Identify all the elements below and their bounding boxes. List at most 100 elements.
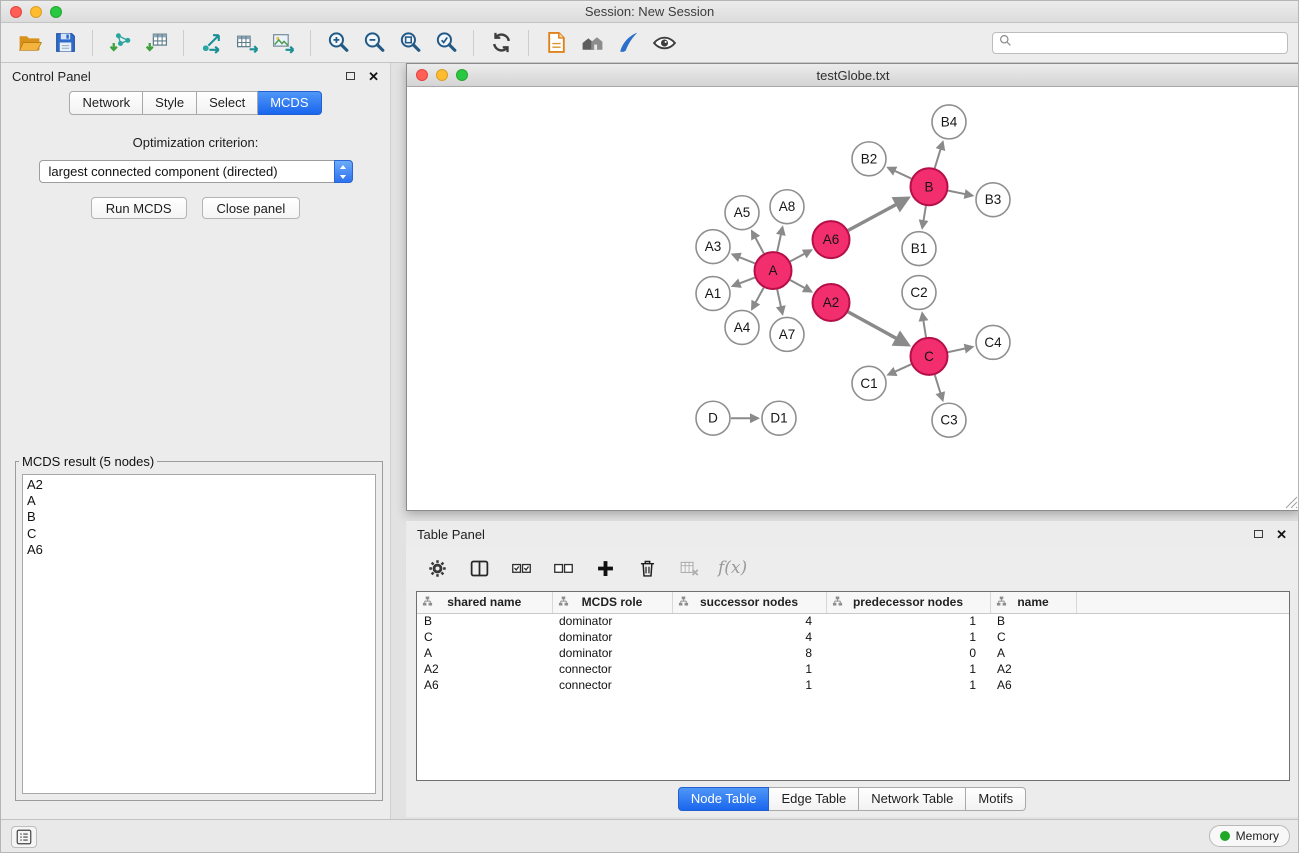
graph-node-A4[interactable]: A4 bbox=[725, 310, 759, 344]
style-icon[interactable] bbox=[610, 27, 646, 59]
graph-edge-C-C4[interactable] bbox=[948, 347, 973, 352]
zoom-out-icon[interactable] bbox=[356, 27, 392, 59]
table-cell[interactable]: 1 bbox=[826, 661, 990, 677]
eye-icon[interactable] bbox=[646, 27, 682, 59]
mcds-result-item[interactable]: C bbox=[27, 526, 371, 542]
mcds-result-list[interactable]: A2ABCA6 bbox=[22, 474, 376, 794]
memory-button[interactable]: Memory bbox=[1209, 825, 1290, 847]
table-cell[interactable]: 4 bbox=[672, 629, 826, 645]
close-panel-icon[interactable]: ✕ bbox=[1276, 528, 1287, 541]
graph-node-C1[interactable]: C1 bbox=[852, 366, 886, 400]
search-input[interactable] bbox=[1016, 36, 1281, 50]
save-icon[interactable] bbox=[47, 27, 83, 59]
table-cell[interactable]: B bbox=[990, 613, 1076, 629]
table-cell[interactable]: A6 bbox=[417, 677, 552, 693]
graph-edge-A6-B[interactable] bbox=[848, 198, 908, 230]
table-cell[interactable]: 1 bbox=[826, 677, 990, 693]
home-icon[interactable] bbox=[574, 27, 610, 59]
export-network-icon[interactable] bbox=[193, 27, 229, 59]
table-cell[interactable]: 0 bbox=[826, 645, 990, 661]
graph-node-A8[interactable]: A8 bbox=[770, 190, 804, 224]
graph-edge-B-B3[interactable] bbox=[948, 191, 972, 196]
column-header-predecessor-nodes[interactable]: predecessor nodes bbox=[826, 592, 990, 613]
tab-select[interactable]: Select bbox=[197, 91, 258, 115]
table-cell[interactable]: 8 bbox=[672, 645, 826, 661]
search-box[interactable] bbox=[992, 32, 1288, 54]
graph-node-B4[interactable]: B4 bbox=[932, 105, 966, 139]
tab-network-table[interactable]: Network Table bbox=[859, 787, 966, 811]
import-table-icon[interactable] bbox=[138, 27, 174, 59]
table-cell[interactable]: A6 bbox=[990, 677, 1076, 693]
graph-node-A7[interactable]: A7 bbox=[770, 317, 804, 351]
graph-node-A6[interactable]: A6 bbox=[813, 221, 850, 258]
graph-node-A[interactable]: A bbox=[755, 252, 792, 289]
mcds-result-item[interactable]: A6 bbox=[27, 542, 371, 558]
mcds-result-item[interactable]: A2 bbox=[27, 477, 371, 493]
graph-node-B2[interactable]: B2 bbox=[852, 142, 886, 176]
table-row[interactable]: Bdominator41B bbox=[417, 613, 1289, 629]
network-close-button[interactable] bbox=[416, 69, 428, 81]
table-cell[interactable]: 4 bbox=[672, 613, 826, 629]
table-cell[interactable]: dominator bbox=[552, 629, 672, 645]
float-panel-icon[interactable] bbox=[346, 72, 355, 80]
graph-edge-A2-C[interactable] bbox=[848, 312, 908, 345]
float-panel-icon[interactable] bbox=[1254, 530, 1263, 538]
column-header-successor-nodes[interactable]: successor nodes bbox=[672, 592, 826, 613]
table-scroll-area[interactable]: shared nameMCDS rolesuccessor nodesprede… bbox=[416, 591, 1290, 781]
network-canvas[interactable]: AA1A2A3A4A5A6A7A8BB1B2B3B4CC1C2C3C4DD1 bbox=[407, 88, 1299, 510]
graph-edge-A-A1[interactable] bbox=[733, 278, 755, 286]
graph-node-A2[interactable]: A2 bbox=[813, 284, 850, 321]
graph-edge-A-A3[interactable] bbox=[733, 254, 755, 263]
delete-row-icon[interactable] bbox=[634, 555, 660, 581]
deselect-all-icon[interactable] bbox=[550, 555, 576, 581]
tab-node-table[interactable]: Node Table bbox=[678, 787, 770, 811]
graph-edge-A-A7[interactable] bbox=[777, 290, 782, 314]
network-window[interactable]: testGlobe.txt AA1A2A3A4A5A6A7A8BB1B2B3B4… bbox=[406, 63, 1299, 511]
network-minimize-button[interactable] bbox=[436, 69, 448, 81]
close-panel-icon[interactable]: ✕ bbox=[368, 70, 379, 83]
graph-node-A5[interactable]: A5 bbox=[725, 196, 759, 230]
graph-edge-B-B2[interactable] bbox=[888, 168, 911, 179]
tab-mcds[interactable]: MCDS bbox=[258, 91, 321, 115]
task-history-button[interactable] bbox=[11, 826, 37, 848]
zoom-selected-icon[interactable] bbox=[428, 27, 464, 59]
graph-node-B3[interactable]: B3 bbox=[976, 183, 1010, 217]
gear-icon[interactable] bbox=[424, 555, 450, 581]
select-all-icon[interactable] bbox=[508, 555, 534, 581]
graph-node-A3[interactable]: A3 bbox=[696, 230, 730, 264]
table-row[interactable]: A2connector11A2 bbox=[417, 661, 1289, 677]
network-window-titlebar[interactable]: testGlobe.txt bbox=[407, 64, 1299, 87]
tab-edge-table[interactable]: Edge Table bbox=[769, 787, 859, 811]
table-cell[interactable]: C bbox=[417, 629, 552, 645]
resize-handle-icon[interactable] bbox=[1284, 495, 1298, 509]
table-row[interactable]: A6connector11A6 bbox=[417, 677, 1289, 693]
table-cell[interactable]: dominator bbox=[552, 645, 672, 661]
graph-edge-A-A8[interactable] bbox=[777, 227, 782, 251]
table-cell[interactable]: 1 bbox=[826, 613, 990, 629]
graph-node-A1[interactable]: A1 bbox=[696, 277, 730, 311]
tab-style[interactable]: Style bbox=[143, 91, 197, 115]
graph-edge-C-C1[interactable] bbox=[888, 364, 911, 374]
table-row[interactable]: Adominator80A bbox=[417, 645, 1289, 661]
export-image-icon[interactable] bbox=[265, 27, 301, 59]
table-cell[interactable]: 1 bbox=[672, 661, 826, 677]
table-row[interactable]: Cdominator41C bbox=[417, 629, 1289, 645]
mcds-result-item[interactable]: B bbox=[27, 509, 371, 525]
graph-edge-C-C2[interactable] bbox=[922, 313, 926, 337]
graph-edge-A-A6[interactable] bbox=[790, 250, 811, 261]
run-mcds-button[interactable]: Run MCDS bbox=[91, 197, 187, 219]
criterion-dropdown[interactable]: largest connected component (directed) bbox=[39, 160, 353, 183]
graph-node-B[interactable]: B bbox=[911, 168, 948, 205]
tab-motifs[interactable]: Motifs bbox=[966, 787, 1026, 811]
table-cell[interactable]: 1 bbox=[672, 677, 826, 693]
add-row-icon[interactable] bbox=[592, 555, 618, 581]
table-cell[interactable]: connector bbox=[552, 677, 672, 693]
graph-node-C[interactable]: C bbox=[911, 338, 948, 375]
close-panel-button[interactable]: Close panel bbox=[202, 197, 301, 219]
graph-edge-B-B1[interactable] bbox=[922, 206, 926, 228]
graph-edge-C-C3[interactable] bbox=[935, 375, 943, 400]
table-cell[interactable]: A bbox=[417, 645, 552, 661]
graph-node-C2[interactable]: C2 bbox=[902, 276, 936, 310]
network-zoom-button[interactable] bbox=[456, 69, 468, 81]
split-panel-icon[interactable] bbox=[466, 555, 492, 581]
